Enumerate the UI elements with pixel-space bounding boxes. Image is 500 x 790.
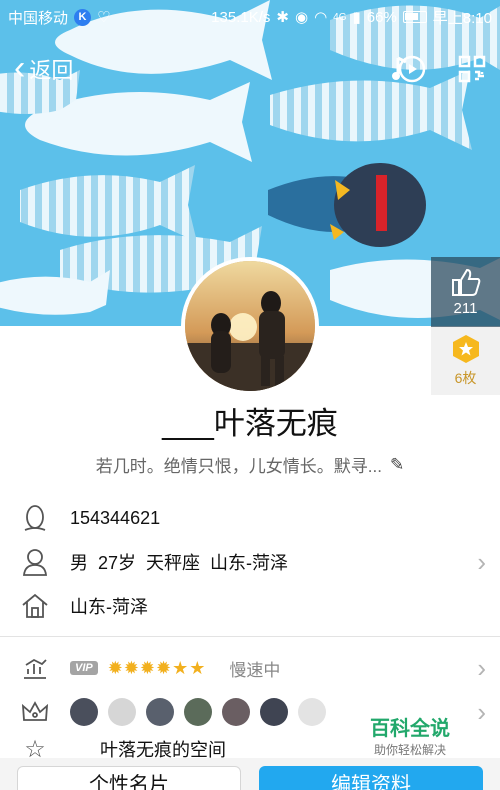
penguin-badge-icon: [70, 698, 98, 726]
chevron-right-icon: ›: [477, 546, 486, 577]
bluetooth-icon: ✱: [276, 9, 289, 26]
battery-icon: [402, 11, 427, 23]
carrier-name: 中国移动: [8, 9, 69, 27]
qq-number-row: 154344621: [0, 496, 500, 540]
star-icon: ★: [189, 657, 206, 678]
personal-card-button[interactable]: 个性名片: [17, 766, 241, 790]
hometown: 山东-菏泽: [70, 597, 148, 617]
back-button[interactable]: ‹ 返回: [14, 48, 74, 87]
network-speed: 135.1K/s: [211, 8, 271, 26]
penguin-badge-icon: [146, 698, 174, 726]
crown-badge-icon: [260, 698, 288, 726]
bottom-bar: 个性名片 编辑资料: [0, 758, 500, 790]
eye-icon: ◉: [294, 9, 309, 26]
signal-label: 4G: [333, 11, 347, 23]
person-icon: [20, 547, 50, 577]
sun-icon: ✹: [156, 657, 172, 678]
heart-icon: ♡: [97, 9, 111, 26]
qr-code-icon[interactable]: [458, 55, 486, 83]
edit-profile-button[interactable]: 编辑资料: [259, 766, 483, 790]
vip-badge: VIP: [70, 661, 98, 675]
medal-icon: [452, 335, 479, 363]
section-divider: [0, 636, 500, 637]
basic-info-row[interactable]: 男 27岁 天秤座 山东-菏泽 ›: [0, 540, 500, 584]
medal-count: 6枚: [454, 370, 477, 386]
sun-icon: ✹: [123, 657, 139, 678]
level-status: 慢速中: [229, 660, 281, 680]
pencil-icon[interactable]: ✎: [390, 455, 404, 475]
nickname: ___叶落无痕: [162, 406, 338, 441]
like-count: 211: [453, 299, 478, 317]
medal-button[interactable]: 6枚: [431, 327, 500, 395]
like-button[interactable]: 211: [431, 257, 500, 327]
signature-text: 若几时。绝情只恨，儿女情长。默寻...: [95, 457, 382, 476]
penguin-badge-icon: [184, 698, 212, 726]
clock: 早上8:10: [432, 9, 492, 27]
hometown-row: 山东-菏泽: [0, 584, 500, 628]
location: 山东-菏泽: [210, 553, 289, 573]
penguin-badge-icon: [222, 698, 250, 726]
chart-icon: [20, 653, 50, 683]
thumbs-up-icon: [451, 268, 480, 296]
home-icon: [20, 591, 50, 621]
baike-watermark: 百科全说 助你轻松解决: [358, 712, 462, 758]
signature-row[interactable]: 若几时。绝情只恨，儿女情长。默寻... ✎: [0, 452, 500, 477]
back-label: 返回: [29, 58, 74, 83]
diamond-badge-icon: [108, 698, 136, 726]
avatar[interactable]: [181, 257, 319, 395]
top-navigation: ‹ 返回: [0, 34, 500, 104]
music-note-icon[interactable]: [392, 54, 426, 84]
chevron-right-icon: ›: [477, 696, 486, 727]
cloud-badge-icon: [298, 698, 326, 726]
gender: 男: [70, 553, 88, 573]
watermark-subtitle: 助你轻松解决: [373, 743, 446, 757]
chevron-left-icon: ‹: [14, 48, 26, 87]
sun-icon: ✹: [139, 657, 156, 678]
zodiac: 天秤座: [146, 553, 201, 573]
battery-level: 66%: [366, 8, 397, 26]
star-icon: ★: [172, 657, 189, 678]
crown-icon: [20, 697, 50, 727]
level-suns: ✹ ✹ ✹ ✹ ★ ★: [108, 658, 206, 679]
age: 27岁: [98, 553, 137, 573]
chevron-right-icon: ›: [477, 652, 486, 683]
qq-number: 154344621: [70, 507, 161, 528]
level-row[interactable]: VIP ✹ ✹ ✹ ✹ ★ ★ 慢速中 ›: [0, 646, 500, 690]
sun-icon: ✹: [107, 657, 123, 678]
penguin-icon: [20, 503, 50, 533]
avatar-photo: [185, 261, 315, 391]
carrier-app-icon: K: [74, 8, 92, 26]
watermark-title: 百科全说: [370, 718, 450, 740]
status-bar: 中国移动 K ♡ 135.1K/s ✱ ◉ ◠ 4G ▮ 66% 早上8:10: [0, 0, 500, 34]
wifi-icon: ◠: [314, 9, 328, 26]
signal-icon: ▮: [352, 9, 361, 26]
